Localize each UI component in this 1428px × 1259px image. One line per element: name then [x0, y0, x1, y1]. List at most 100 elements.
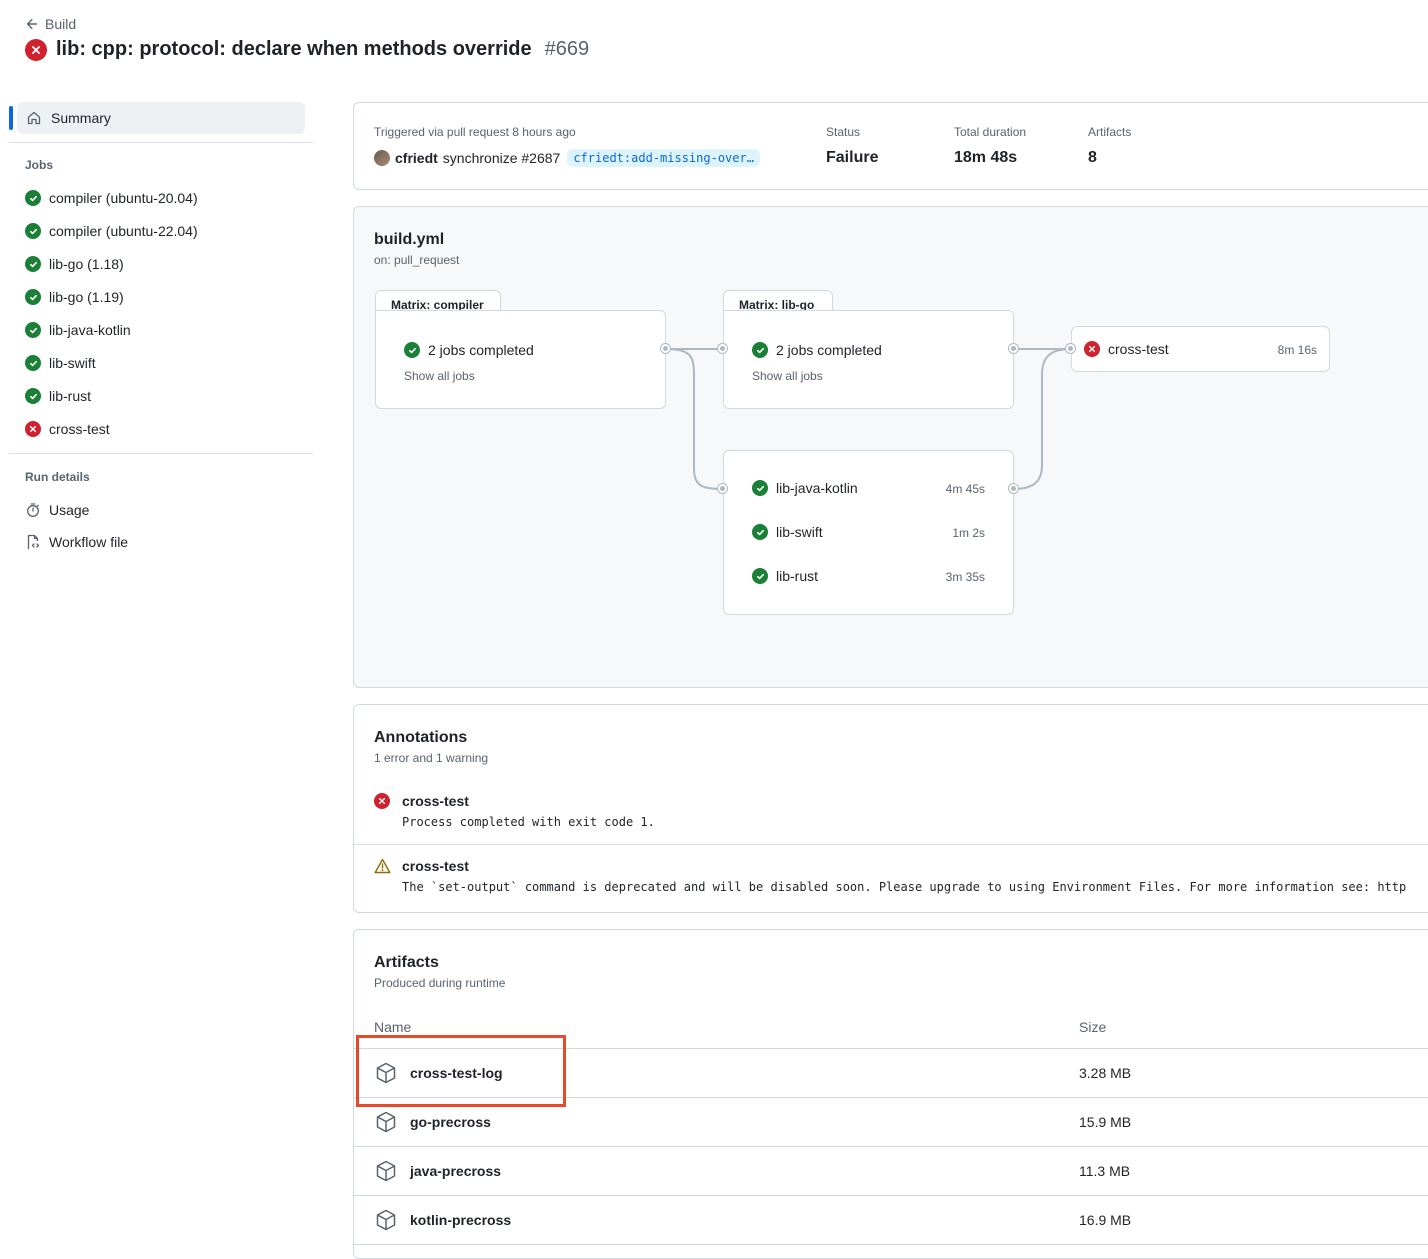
x-circle-fill-icon: [1084, 341, 1100, 357]
job-label: compiler (ubuntu-22.04): [49, 223, 198, 239]
artifact-size: 11.3 MB: [1079, 1163, 1131, 1179]
status-label: Status: [826, 125, 861, 139]
home-icon: [27, 111, 41, 125]
pr-action[interactable]: synchronize #2687: [443, 150, 561, 166]
divider: [9, 453, 313, 454]
artifact-size: 16.9 MB: [1079, 1212, 1132, 1228]
graph-connectors: [665, 348, 1072, 490]
sidebar-item-job[interactable]: compiler (ubuntu-20.04): [25, 188, 198, 208]
alert-triangle-icon: [374, 858, 391, 874]
show-all-jobs-link[interactable]: Show all jobs: [752, 369, 823, 383]
status-value: Failure: [826, 149, 879, 166]
check-circle-fill-icon: [25, 388, 41, 404]
sidebar-item-job[interactable]: lib-go (1.18): [25, 254, 198, 274]
avatar[interactable]: [374, 150, 390, 166]
package-icon: [376, 1160, 396, 1182]
check-circle-fill-icon: [25, 256, 41, 272]
run-number: #669: [544, 38, 590, 60]
column-header-size: Size: [1079, 1019, 1107, 1035]
artifact-name-link[interactable]: kotlin-precross: [410, 1212, 511, 1228]
connector-dot: [1009, 484, 1018, 493]
jobs-completed-label: 2 jobs completed: [776, 342, 882, 358]
matrix-compiler-summary: 2 jobs completed: [404, 342, 534, 358]
job-label: lib-go (1.18): [49, 256, 124, 272]
run-title: lib: cpp: protocol: declare when methods…: [56, 38, 532, 60]
check-circle-fill-icon: [25, 223, 41, 239]
job-node-lib-java-kotlin[interactable]: lib-java-kotlin: [752, 480, 858, 496]
back-link-label: Build: [45, 16, 77, 32]
artifact-size: 3.28 MB: [1079, 1065, 1132, 1081]
check-circle-fill-icon: [752, 568, 768, 584]
annotation-message: Process completed with exit code 1.: [402, 815, 655, 829]
x-circle-fill-icon: [374, 793, 390, 809]
artifacts-count: 8: [1088, 149, 1097, 166]
sidebar-item-label: Summary: [51, 110, 111, 126]
sidebar-item-job[interactable]: lib-go (1.19): [25, 287, 198, 307]
x-circle-fill-icon: [25, 38, 47, 61]
job-duration: 3m 35s: [945, 570, 985, 584]
run-summary-card: Triggered via pull request 8 hours ago c…: [353, 102, 1428, 190]
annotation-error-icon: [374, 793, 390, 809]
matrix-libgo-box[interactable]: 2 jobs completed Show all jobs: [723, 310, 1014, 409]
job-node-lib-swift[interactable]: lib-swift: [752, 524, 823, 540]
job-label: lib-go (1.19): [49, 289, 124, 305]
artifact-name-link[interactable]: go-precross: [410, 1114, 491, 1130]
matrix-compiler-box[interactable]: 2 jobs completed Show all jobs: [375, 310, 666, 409]
jobs-list: compiler (ubuntu-20.04) compiler (ubuntu…: [25, 188, 198, 439]
run-details-heading: Run details: [25, 470, 90, 484]
column-header-name: Name: [374, 1019, 412, 1035]
sidebar-item-summary[interactable]: Summary: [17, 102, 305, 134]
usage-label: Usage: [49, 502, 90, 518]
highlight-box: [356, 1035, 566, 1107]
back-link[interactable]: Build: [25, 16, 76, 32]
table-row: kotlin-precross 16.9 MB: [354, 1196, 1428, 1244]
check-circle-fill-icon: [25, 355, 41, 371]
sidebar-item-usage[interactable]: Usage: [25, 500, 89, 520]
sidebar-item-job[interactable]: lib-rust: [25, 386, 198, 406]
job-label: cross-test: [49, 421, 110, 437]
triggered-text: Triggered via pull request 8 hours ago: [374, 125, 576, 139]
job-label: lib-rust: [49, 388, 92, 404]
x-circle-fill-icon: [25, 421, 41, 437]
table-row: java-precross 11.3 MB: [354, 1147, 1428, 1195]
connector-dot: [1066, 344, 1075, 353]
job-label: lib-swift: [49, 355, 96, 371]
divider: [354, 844, 1428, 845]
job-duration: 1m 2s: [952, 526, 985, 540]
check-circle-fill-icon: [752, 524, 768, 540]
annotation-title[interactable]: cross-test: [402, 858, 469, 874]
active-indicator: [9, 106, 13, 130]
page-title: lib: cpp: protocol: declare when methods…: [25, 38, 589, 61]
show-all-jobs-link[interactable]: Show all jobs: [404, 369, 475, 383]
connector-dot: [718, 484, 727, 493]
connector-dot: [661, 344, 670, 353]
sidebar-item-job[interactable]: cross-test: [25, 419, 198, 439]
annotation-message: The `set-output` command is deprecated a…: [402, 880, 1407, 894]
job-node-label: lib-java-kotlin: [776, 480, 858, 496]
annotation-title[interactable]: cross-test: [402, 793, 469, 809]
job-label: lib-java-kotlin: [49, 322, 131, 338]
job-label: compiler (ubuntu-20.04): [49, 190, 198, 206]
actor-link[interactable]: cfriedt: [395, 150, 438, 166]
jobs-heading: Jobs: [25, 158, 54, 172]
annotations-subtitle: 1 error and 1 warning: [374, 751, 489, 765]
connector-dot: [718, 344, 727, 353]
sidebar-item-job[interactable]: lib-java-kotlin: [25, 320, 198, 340]
annotations-title: Annotations: [374, 729, 468, 746]
artifacts-subtitle: Produced during runtime: [374, 976, 506, 990]
artifact-name-link[interactable]: java-precross: [410, 1163, 501, 1179]
package-icon: [376, 1111, 396, 1133]
connector-dot: [1009, 344, 1018, 353]
trigger-detail: cfriedt synchronize #2687 cfriedt:add-mi…: [374, 149, 760, 167]
sidebar-item-job[interactable]: lib-swift: [25, 353, 198, 373]
workflow-file-label: Workflow file: [49, 534, 129, 550]
sidebar-item-job[interactable]: compiler (ubuntu-22.04): [25, 221, 198, 241]
artifacts-title: Artifacts: [374, 954, 439, 971]
package-icon: [376, 1209, 396, 1231]
jobs-completed-label: 2 jobs completed: [428, 342, 534, 358]
sidebar-item-workflow-file[interactable]: Workflow file: [25, 532, 128, 552]
divider: [9, 142, 313, 143]
branch-label[interactable]: cfriedt:add-missing-over…: [567, 149, 760, 167]
job-node-lib-rust[interactable]: lib-rust: [752, 568, 818, 584]
job-node-cross-test[interactable]: cross-test 8m 16s: [1071, 326, 1330, 372]
